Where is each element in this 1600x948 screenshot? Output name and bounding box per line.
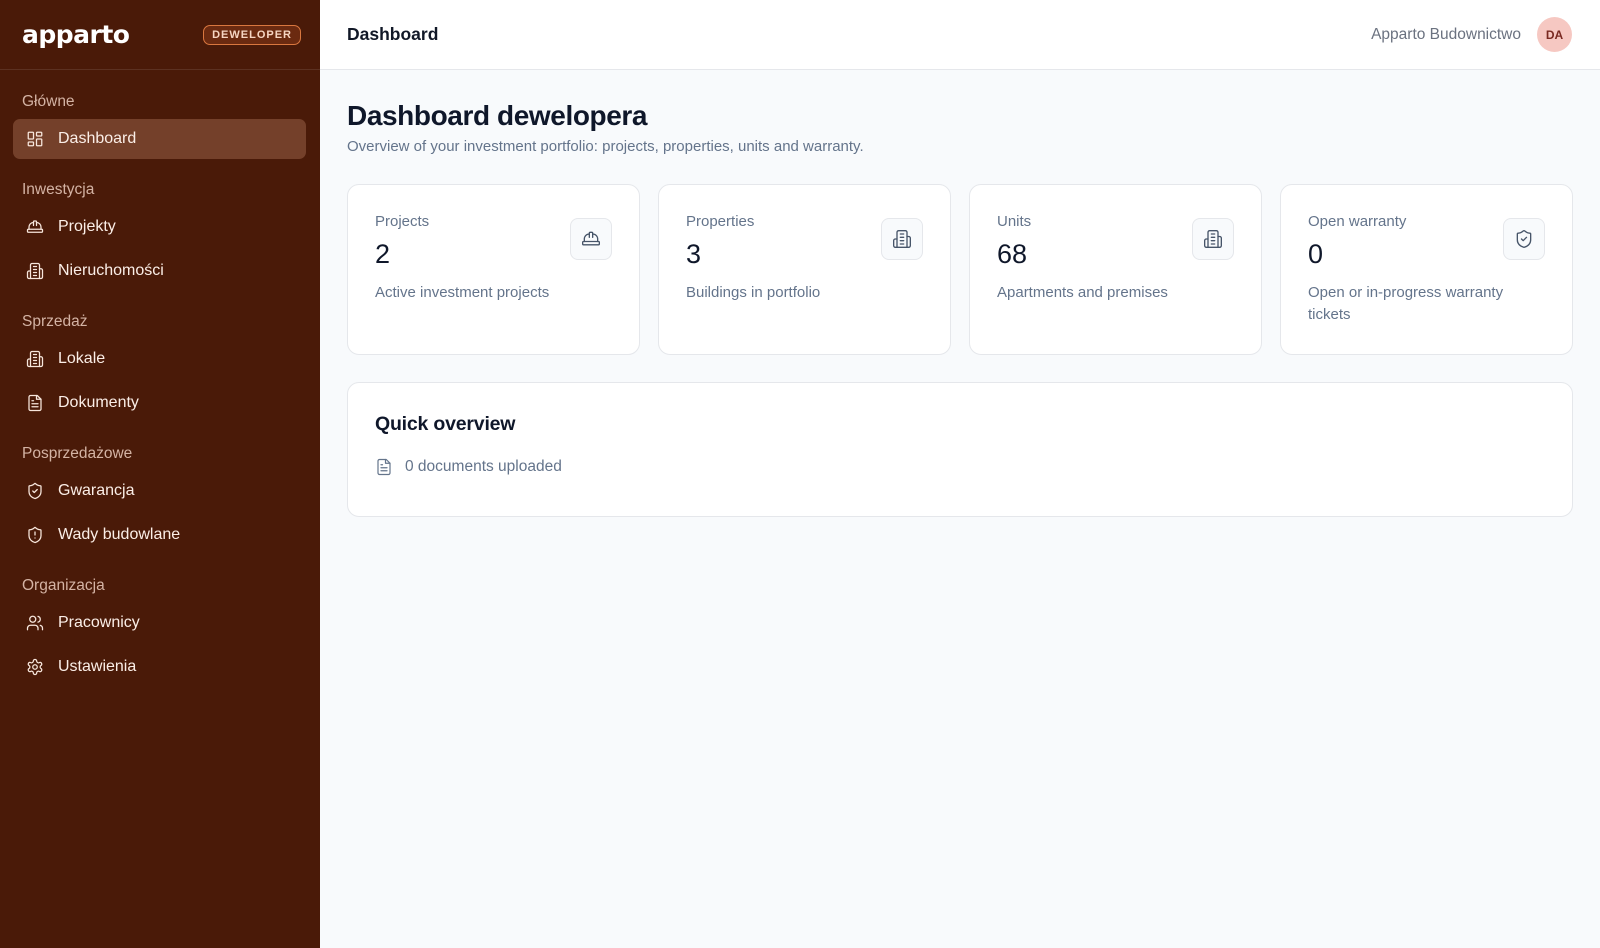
sidebar-item-label: Projekty xyxy=(58,218,116,235)
hard-hat-icon xyxy=(26,218,44,236)
stat-card-projects: Projects 2 Active investment projects xyxy=(347,184,640,355)
sidebar-item-gwarancja[interactable]: Gwarancja xyxy=(13,471,306,511)
section-label-glowne: Główne xyxy=(22,93,75,110)
sidebar-item-dashboard[interactable]: Dashboard xyxy=(13,119,306,159)
documents-count-row: 0 documents uploaded xyxy=(375,458,1545,476)
section-label-posprzedazowe: Posprzedażowe xyxy=(22,445,133,462)
building-icon xyxy=(26,262,44,280)
topbar-title: Dashboard xyxy=(347,24,439,44)
topbar: Dashboard Apparto Budownictwo DA xyxy=(320,0,1600,70)
topbar-user-area: Apparto Budownictwo DA xyxy=(1371,17,1572,52)
stat-description: Active investment projects xyxy=(375,284,550,301)
avatar[interactable]: DA xyxy=(1537,17,1572,52)
sidebar-item-ustawienia[interactable]: Ustawienia xyxy=(13,647,306,687)
file-text-icon xyxy=(375,458,393,476)
section-label-sprzedaz: Sprzedaż xyxy=(22,313,88,330)
role-badge: DEWELOPER xyxy=(203,24,301,45)
sidebar-item-wady-budowlane[interactable]: Wady budowlane xyxy=(13,515,306,555)
users-icon xyxy=(26,614,44,632)
sidebar-item-label: Dokumenty xyxy=(58,394,139,411)
stat-description: Apartments and premises xyxy=(997,284,1168,301)
stat-card-open-warranty: Open warranty 0 Open or in-progress warr… xyxy=(1280,184,1573,355)
sidebar-item-lokale[interactable]: Lokale xyxy=(13,339,306,379)
sidebar-item-label: Ustawienia xyxy=(58,658,137,675)
quick-overview-card: Quick overview 0 documents uploaded xyxy=(347,382,1573,517)
stat-description: Buildings in portfolio xyxy=(686,284,821,301)
building-icon xyxy=(1192,218,1234,260)
sidebar-item-label: Pracownicy xyxy=(58,614,140,631)
logo[interactable]: apparto xyxy=(22,20,130,49)
building-icon xyxy=(881,218,923,260)
brand-header: apparto DEWELOPER xyxy=(0,0,320,70)
stats-row: Projects 2 Active investment projects Pr… xyxy=(347,184,1573,355)
shield-alert-icon xyxy=(26,526,44,544)
building-icon xyxy=(26,350,44,368)
sidebar: apparto DEWELOPER Główne Dashboard Inwes… xyxy=(0,0,320,948)
sidebar-item-projekty[interactable]: Projekty xyxy=(13,207,306,247)
section-label-inwestycja: Inwestycja xyxy=(22,181,95,198)
sidebar-item-label: Gwarancja xyxy=(58,482,135,499)
layout-grid-icon xyxy=(26,130,44,148)
documents-count-text: 0 documents uploaded xyxy=(405,458,562,475)
sidebar-item-label: Wady budowlane xyxy=(58,526,181,543)
file-text-icon xyxy=(26,394,44,412)
page-title: Dashboard dewelopera xyxy=(347,100,648,131)
sidebar-item-pracownicy[interactable]: Pracownicy xyxy=(13,603,306,643)
section-label-organizacja: Organizacja xyxy=(22,577,105,594)
hard-hat-icon xyxy=(570,218,612,260)
stat-card-properties: Properties 3 Buildings in portfolio xyxy=(658,184,951,355)
sidebar-item-dokumenty[interactable]: Dokumenty xyxy=(13,383,306,423)
stat-description: Open or in-progress warranty tickets xyxy=(1308,284,1504,323)
gear-icon xyxy=(26,658,44,676)
main-content: Dashboard dewelopera Overview of your in… xyxy=(347,70,1573,517)
shield-check-icon xyxy=(26,482,44,500)
sidebar-item-nieruchomosci[interactable]: Nieruchomości xyxy=(13,251,306,291)
sidebar-nav: Główne Dashboard Inwestycja Projekty Nie… xyxy=(0,70,320,687)
sidebar-item-label: Dashboard xyxy=(58,130,137,147)
page-subtitle: Overview of your investment portfolio: p… xyxy=(347,138,864,155)
sidebar-item-label: Lokale xyxy=(58,350,106,367)
shield-check-icon xyxy=(1503,218,1545,260)
stat-card-units: Units 68 Apartments and premises xyxy=(969,184,1262,355)
organization-name: Apparto Budownictwo xyxy=(1371,25,1521,43)
quick-overview-title: Quick overview xyxy=(375,413,516,435)
sidebar-item-label: Nieruchomości xyxy=(58,262,164,279)
